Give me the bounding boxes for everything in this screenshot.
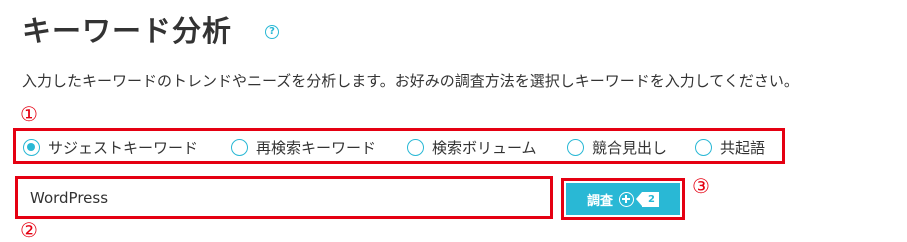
keyword-input[interactable] [20,181,548,214]
radio-label: 検索ボリューム [432,138,537,157]
radio-checked-icon [23,138,40,156]
radio-unchecked-icon [407,138,424,156]
plus-circle-icon [619,191,635,207]
help-icon[interactable]: ? [265,25,279,39]
page-title: キーワード分析 [22,14,233,48]
page-description: 入力したキーワードのトレンドやニーズを分析します。お好みの調査方法を選択しキーワ… [22,72,799,90]
annotation-marker-2: ② [20,218,38,242]
radio-suggest-keyword[interactable]: サジェストキーワード [23,136,198,158]
radio-competitor-headings[interactable]: 競合見出し [567,136,667,158]
radio-research-keyword[interactable]: 再検索キーワード [231,136,376,158]
tag-icon: 2 [636,191,659,207]
radio-label: 競合見出し [592,138,668,157]
radio-label: サジェストキーワード [48,138,199,157]
annotation-marker-3: ③ [692,174,710,198]
radio-unchecked-icon [695,138,712,156]
radio-label: 共起語 [720,138,766,157]
annotation-marker-1: ① [20,102,38,126]
radio-unchecked-icon [567,138,584,156]
radio-unchecked-icon [231,138,248,156]
search-button[interactable]: 調査 2 [566,183,680,215]
radio-search-volume[interactable]: 検索ボリューム [407,136,537,158]
radio-cooccurrence-words[interactable]: 共起語 [695,136,765,158]
radio-label: 再検索キーワード [256,138,377,157]
search-button-label: 調査 [587,193,614,209]
